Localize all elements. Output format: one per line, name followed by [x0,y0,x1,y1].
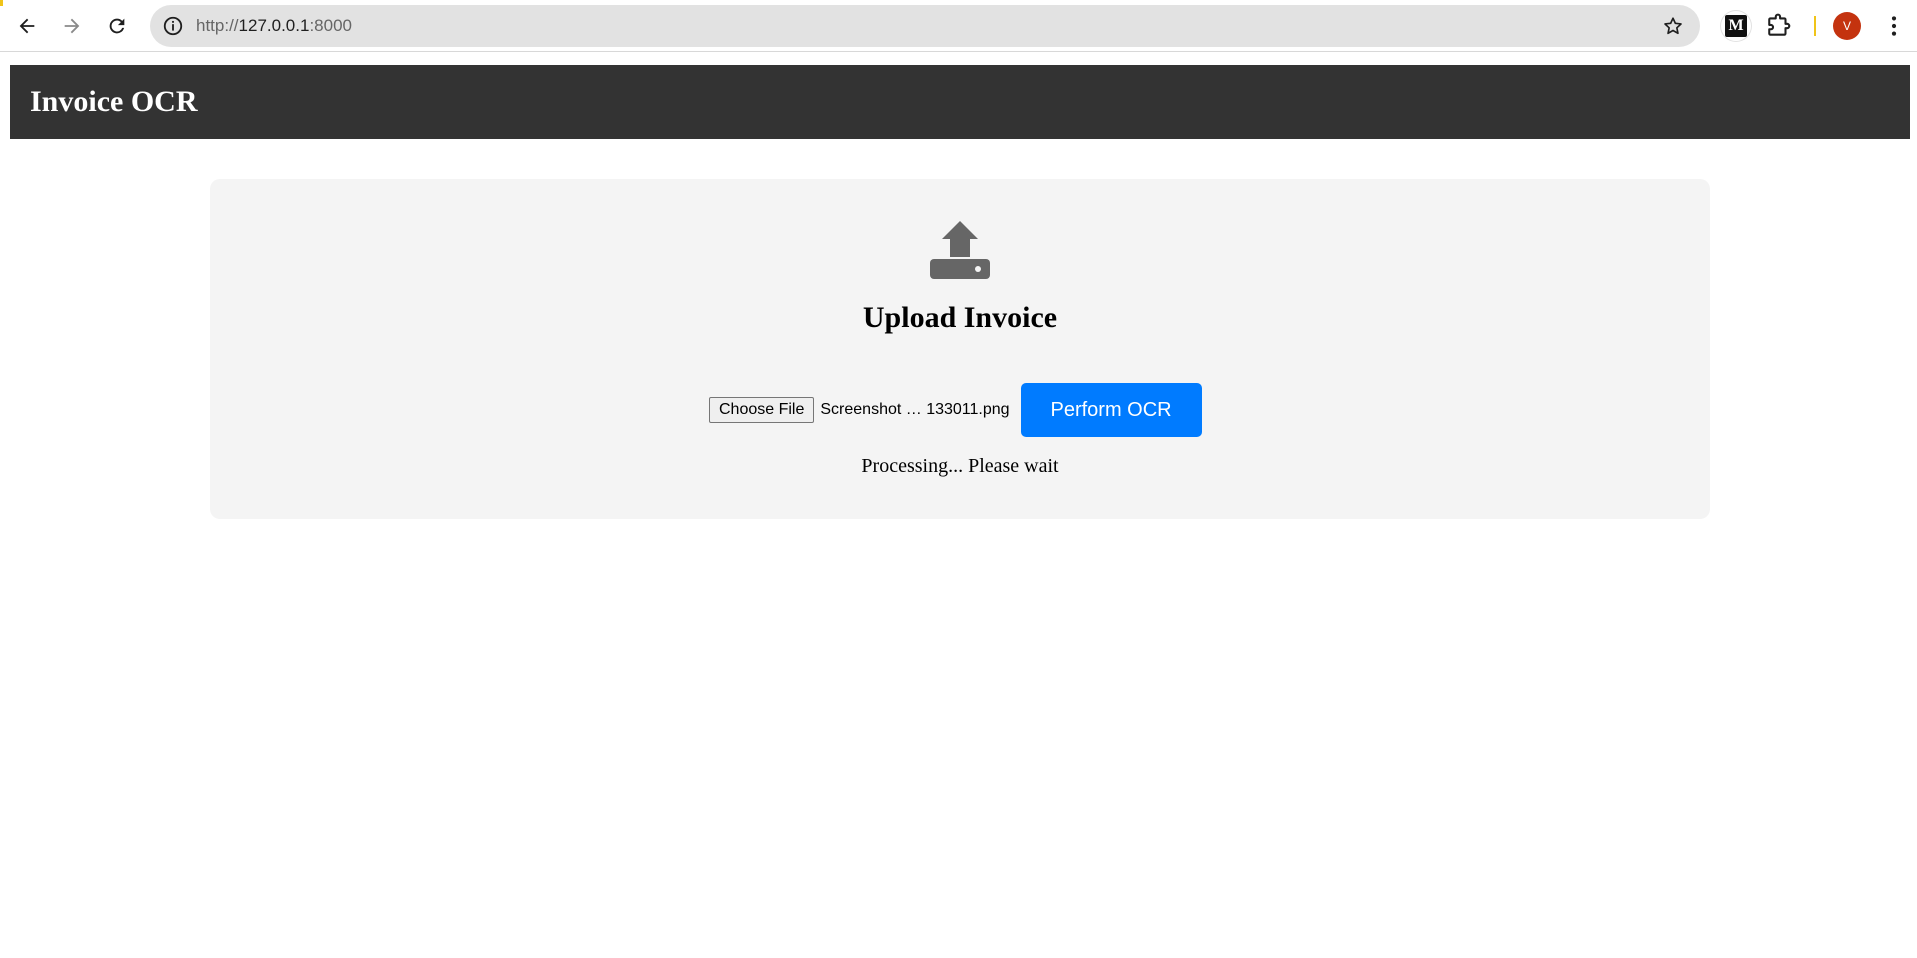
processing-status: Processing... Please wait [861,455,1059,477]
back-arrow-icon [19,18,35,34]
site-info-icon[interactable] [162,15,184,37]
url-port: :8000 [309,16,352,35]
medium-extension-icon: M [1725,15,1747,37]
upload-card: Upload Invoice Choose File Screenshot … … [210,179,1710,519]
more-menu-icon[interactable] [1880,12,1908,40]
reload-button[interactable] [100,9,134,43]
address-bar[interactable]: http://127.0.0.1:8000 [150,5,1700,47]
upload-heading: Upload Invoice [862,301,1058,334]
app-header: Invoice OCR [10,65,1910,139]
extensions-puzzle-icon[interactable] [1766,13,1792,39]
back-button[interactable] [10,9,44,43]
forward-arrow-icon [64,18,80,34]
url-host: 127.0.0.1 [238,16,310,35]
upload-tray-icon [930,221,990,279]
reload-icon [109,18,125,34]
browser-toolbar: http://127.0.0.1:8000 M V [0,0,1917,52]
forward-button[interactable] [55,9,89,43]
profile-avatar[interactable]: V [1833,12,1861,40]
selected-file-name: Screenshot … 133011.png [820,401,1010,418]
url-text[interactable]: http://127.0.0.1:8000 [196,5,352,47]
app-title: Invoice OCR [30,85,198,118]
perform-ocr-button[interactable]: Perform OCR [1020,383,1202,437]
toolbar-divider [1814,16,1816,36]
bookmark-star-icon[interactable] [1662,15,1684,37]
file-upload-row: Choose File Screenshot … 133011.png Perf… [709,383,1202,437]
medium-extension-button[interactable]: M [1721,11,1751,41]
choose-file-button[interactable]: Choose File [709,397,815,423]
window-corner-accent [0,0,3,6]
url-scheme: http:// [196,16,239,35]
